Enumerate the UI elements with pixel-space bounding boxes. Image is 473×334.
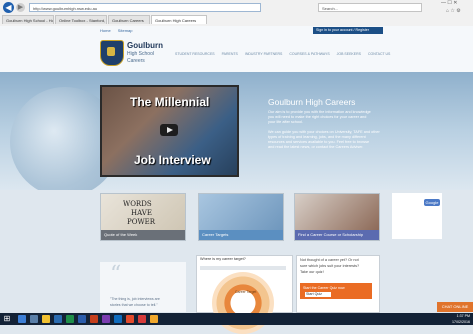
site-header [0,26,473,72]
chat-online-button[interactable]: CHAT ONLINE [437,302,473,312]
forward-button[interactable]: ▶ [16,3,25,12]
nav-student-resources[interactable]: STUDENT RESOURCES [175,52,215,56]
svg-text:POWER: POWER [127,218,156,226]
system-clock[interactable]: 1:37 PM 17/02/2016 [432,313,470,325]
task-view-icon[interactable] [30,315,38,323]
onenote-icon[interactable] [102,315,110,323]
tab-toolbox[interactable]: Online Toolbox - Stanford, Kirk... [55,15,107,24]
nav-parents[interactable]: PARENTS [222,52,238,56]
quote-mark-icon: “ [110,262,122,287]
quote-text: stories that we choose to tell." [110,303,158,307]
video-title-bottom: Job Interview [134,153,211,167]
card-quote-of-week[interactable]: WORDS HAVE POWER Quote of the Week [100,193,186,241]
school-crest-logo[interactable] [100,40,124,66]
sitemap-link[interactable]: Sitemap [118,28,133,33]
tab-careers[interactable]: Goulburn Careers [108,15,150,24]
quote-text: "The thing is, job interviews are [110,297,160,301]
nav-courses-pathways[interactable]: COURSES & PATHWAYS [289,52,329,56]
nav-contact-us[interactable]: CONTACT US [368,52,390,56]
main-nav: STUDENT RESOURCES PARENTS INDUSTRY PARTN… [175,52,400,59]
quiz-text: sure which jobs suit your interests? [300,264,360,268]
google-badge: Google [424,199,440,206]
target-ring-label: Career Target [235,290,257,294]
card-google[interactable]: Google [392,193,442,239]
card-label: Quote of the Week [101,230,185,240]
edge-icon[interactable] [54,315,62,323]
quiz-text: Take our quiz! [300,270,324,274]
svg-text:WORDS: WORDS [123,200,152,208]
hero-text-line: and read the latest news, or contact the… [268,145,364,149]
search-input[interactable]: Search... [318,3,422,12]
svg-text:HAVE: HAVE [131,209,152,217]
excel-icon[interactable] [66,315,74,323]
logo-subtitle-2: Careers [127,58,145,64]
quiz-cta-text: Start the Career Quiz now [303,286,345,290]
login-bar[interactable]: Sign in to your account / Register [313,27,383,34]
words-have-power-image: WORDS HAVE POWER [101,194,185,230]
tab-strip: Goulburn High School - Hom... Online Too… [0,15,473,26]
nav-industry-partners[interactable]: INDUSTRY PARTNERS [245,52,282,56]
quiz-text: Not thought of a career yet? Or not [300,258,359,262]
file-explorer-icon[interactable] [42,315,50,323]
toolbar-icons[interactable]: ⌂ ☆ ⚙ [446,8,461,14]
quiz-start-label: Start Quiz [306,292,322,296]
windows-taskbar: ⊞ [0,313,473,325]
window-controls[interactable]: — ☐ ✕ [441,0,473,7]
video-player[interactable]: The Millennial Job Interview [100,85,239,177]
address-bar[interactable]: http://www.goulburnhigh.nsw.edu.au [29,3,261,12]
top-links: Home Sitemap [100,28,138,33]
app-icon[interactable] [150,315,158,323]
clock-date: 17/02/2016 [452,320,470,324]
outlook-icon[interactable] [114,315,122,323]
tab-home[interactable]: Goulburn High School - Hom... [2,15,54,24]
word-icon[interactable] [78,315,86,323]
card-career-targets[interactable]: Career Targets [198,193,284,241]
video-title-top: The Millennial [130,95,210,109]
find-career-image [295,194,379,230]
play-icon[interactable] [160,124,178,136]
app-icon[interactable] [126,315,134,323]
powerpoint-icon[interactable] [90,315,98,323]
card-label: Career Targets [199,230,283,240]
words-have-power-icon: WORDS HAVE POWER [123,200,156,226]
hero-text-line: your life after school. [268,120,304,124]
search-icon[interactable] [18,315,26,323]
card-label: Find a Career Course or Scholarship [295,230,379,240]
app-icon[interactable] [138,315,146,323]
home-link[interactable]: Home [100,28,111,33]
logo-title: Goulburn [127,41,163,50]
nav-job-seekers[interactable]: JOB SEEKERS [337,52,361,56]
logo-subtitle: High School [127,51,154,57]
tab-active[interactable]: Goulburn High Careers [151,15,207,24]
windows-start-icon[interactable]: ⊞ [2,314,12,324]
career-target-bar [200,266,286,270]
career-target-title: Where is my career target? [200,257,246,261]
back-button[interactable]: ◀ [3,2,14,13]
hero-heading: Goulburn High Careers [268,97,356,107]
career-targets-image [199,194,283,230]
card-find-career[interactable]: Find a Career Course or Scholarship [294,193,380,241]
